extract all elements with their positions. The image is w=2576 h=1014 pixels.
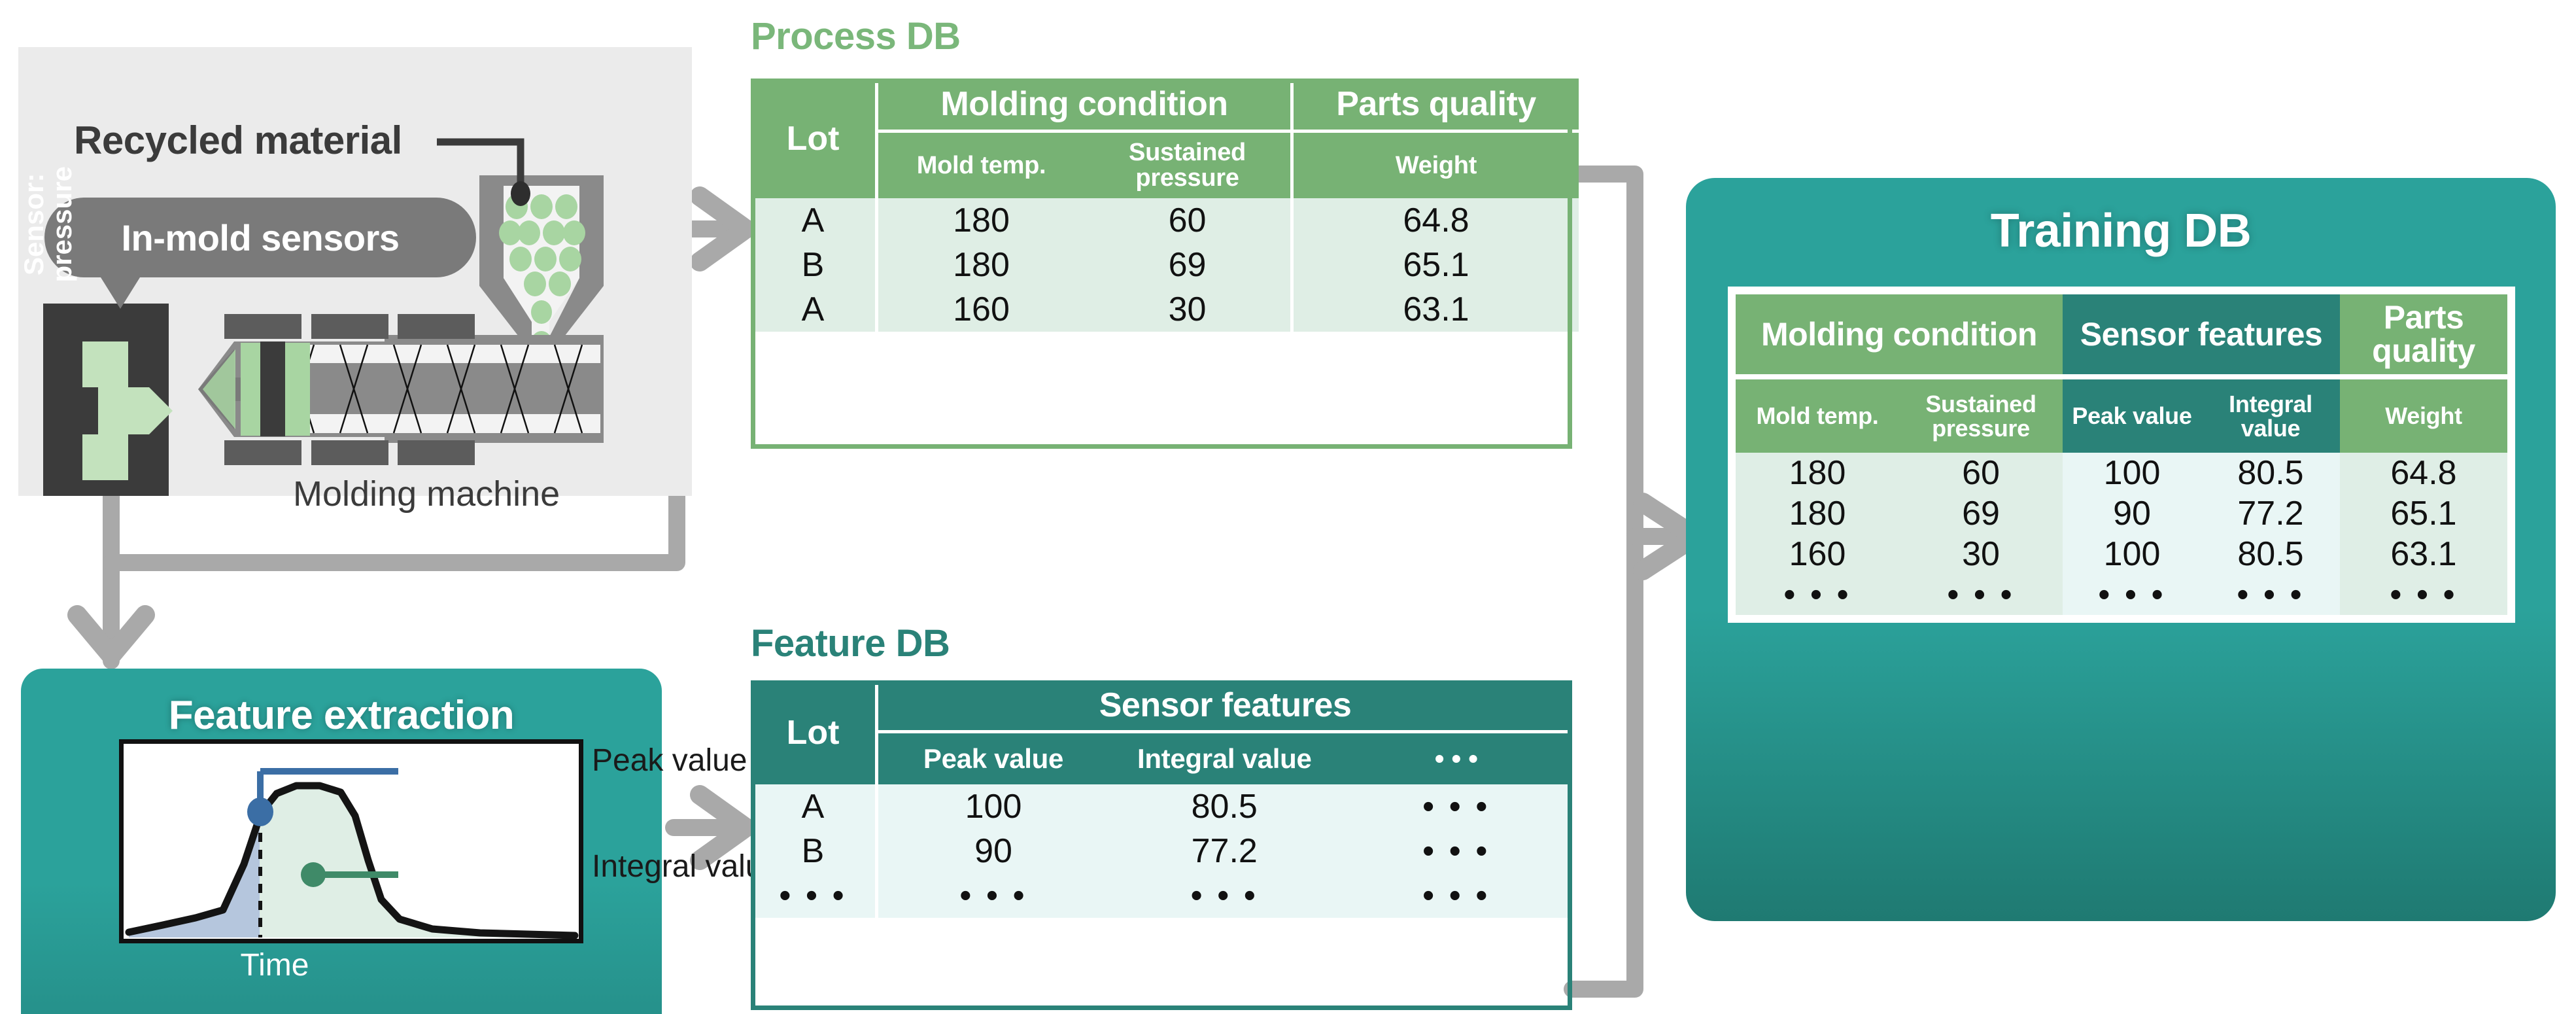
cell-sustained-pressure: 60 bbox=[1899, 453, 2063, 493]
cell-lot: A bbox=[751, 287, 877, 332]
feature-extraction-title: Feature extraction bbox=[168, 693, 515, 738]
cell-more: • • • bbox=[1340, 873, 1572, 918]
feature-db-col-more: • • • bbox=[1340, 730, 1572, 784]
cell-sustained-pressure: • • • bbox=[1899, 574, 2063, 615]
cell-lot: • • • bbox=[751, 873, 877, 918]
cell-weight: 63.1 bbox=[1290, 287, 1579, 332]
cell-mold-temp: 180 bbox=[1736, 493, 1899, 534]
cell-integral-value: 80.5 bbox=[2201, 453, 2340, 493]
cell-peak-value: 100 bbox=[2063, 534, 2201, 574]
cell-lot: B bbox=[751, 829, 877, 873]
training-db-title: Training DB bbox=[1990, 205, 2252, 257]
cell-more: • • • bbox=[1340, 829, 1572, 873]
table-row: • • • • • • • • • • • • bbox=[751, 873, 1572, 918]
cell-mold-temp: 180 bbox=[1736, 453, 1899, 493]
cell-weight: • • • bbox=[2340, 574, 2507, 615]
table-row: B 90 77.2 • • • bbox=[751, 829, 1572, 873]
cell-integral-value: 80.5 bbox=[1108, 784, 1341, 829]
sensor-pressure-plot bbox=[119, 739, 583, 943]
cell-weight: 65.1 bbox=[2340, 493, 2507, 534]
training-db-group-sensor-features: Sensor features bbox=[2063, 294, 2340, 377]
cell-mold-temp: 160 bbox=[1736, 534, 1899, 574]
feature-db-group-sensor-features: Sensor features bbox=[875, 680, 1572, 732]
in-mold-sensors-label: In-mold sensors bbox=[121, 217, 400, 258]
cell-peak-value: 90 bbox=[2063, 493, 2201, 534]
table-row: B 180 69 65.1 bbox=[751, 243, 1579, 287]
training-db-group-molding-condition: Molding condition bbox=[1736, 294, 2063, 377]
training-db-col-mold-temp: Mold temp. bbox=[1736, 374, 1899, 453]
feature-db-col-peak-value: Peak value bbox=[875, 730, 1108, 784]
table-row: 180 69 90 77.2 65.1 bbox=[1736, 493, 2507, 534]
cell-peak-value: • • • bbox=[875, 873, 1108, 918]
training-db-group-parts-quality: Parts quality bbox=[2340, 294, 2507, 377]
time-axis-label: Time bbox=[240, 948, 309, 983]
feature-db-header-lot: Lot bbox=[751, 680, 877, 784]
molding-machine-label: Molding machine bbox=[293, 474, 560, 514]
cell-sustained-pressure: 69 bbox=[1899, 493, 2063, 534]
process-db-title: Process DB bbox=[751, 15, 961, 58]
feature-db-col-integral-value: Integral value bbox=[1108, 730, 1341, 784]
table-row: A 180 60 64.8 bbox=[751, 198, 1579, 243]
process-db-header-lot: Lot bbox=[751, 79, 877, 198]
cell-mold-temp: 180 bbox=[875, 243, 1084, 287]
cell-peak-value: 90 bbox=[875, 829, 1108, 873]
cell-mold-temp: • • • bbox=[1736, 574, 1899, 615]
cell-sustained-pressure: 60 bbox=[1084, 198, 1292, 243]
cell-lot: A bbox=[751, 198, 877, 243]
cell-weight: 64.8 bbox=[1290, 198, 1579, 243]
cell-sustained-pressure: 30 bbox=[1084, 287, 1292, 332]
cell-integral-value: 77.2 bbox=[2201, 493, 2340, 534]
cell-more: • • • bbox=[1340, 784, 1572, 829]
integral-value-marker bbox=[301, 862, 326, 887]
peak-value-annotation: Peak value bbox=[592, 743, 747, 778]
training-db-col-weight: Weight bbox=[2340, 374, 2507, 453]
training-db-col-peak-value: Peak value bbox=[2063, 374, 2201, 453]
process-db-group-parts-quality: Parts quality bbox=[1290, 79, 1579, 131]
feature-db-title: Feature DB bbox=[751, 622, 950, 665]
table-row: A 100 80.5 • • • bbox=[751, 784, 1572, 829]
table-row: • • • • • • • • • • • • • • • bbox=[1736, 574, 2507, 615]
barrel-assembly-icon bbox=[198, 314, 604, 465]
cell-integral-value: 77.2 bbox=[1108, 829, 1341, 873]
cell-sustained-pressure: 69 bbox=[1084, 243, 1292, 287]
process-db-col-sustained-pressure: Sustained pressure bbox=[1084, 130, 1292, 198]
cell-sustained-pressure: 30 bbox=[1899, 534, 2063, 574]
peak-value-marker bbox=[247, 797, 273, 826]
cell-lot: B bbox=[751, 243, 877, 287]
sensor-pressure-axis-label: Sensor: pressure bbox=[18, 166, 77, 283]
cell-peak-value: • • • bbox=[2063, 574, 2201, 615]
process-db-col-weight: Weight bbox=[1290, 130, 1579, 198]
recycled-material-label: Recycled material bbox=[74, 118, 402, 162]
process-db-col-mold-temp: Mold temp. bbox=[875, 130, 1084, 198]
molding-machine-panel: Recycled material In-mold sensors Moldin… bbox=[18, 47, 692, 514]
table-row: 160 30 100 80.5 63.1 bbox=[1736, 534, 2507, 574]
cell-weight: 65.1 bbox=[1290, 243, 1579, 287]
cell-peak-value: 100 bbox=[2063, 453, 2201, 493]
process-db-table: Lot Molding condition Parts quality Mold… bbox=[751, 79, 1579, 332]
training-db-table: Molding condition Sensor features Parts … bbox=[1728, 287, 2515, 623]
cell-weight: 63.1 bbox=[2340, 534, 2507, 574]
training-db-col-sustained-pressure: Sustained pressure bbox=[1899, 374, 2063, 453]
table-row: A 160 30 63.1 bbox=[751, 287, 1579, 332]
in-mold-sensors-callout: In-mold sensors bbox=[44, 198, 476, 277]
cell-mold-temp: 160 bbox=[875, 287, 1084, 332]
cell-lot: A bbox=[751, 784, 877, 829]
process-db-group-molding-condition: Molding condition bbox=[875, 79, 1292, 131]
cell-mold-temp: 180 bbox=[875, 198, 1084, 243]
table-row: 180 60 100 80.5 64.8 bbox=[1736, 453, 2507, 493]
cell-weight: 64.8 bbox=[2340, 453, 2507, 493]
cell-peak-value: 100 bbox=[875, 784, 1108, 829]
cell-integral-value: 80.5 bbox=[2201, 534, 2340, 574]
cell-integral-value: • • • bbox=[2201, 574, 2340, 615]
feature-db-table: Lot Sensor features Peak value Integral … bbox=[751, 680, 1572, 918]
cell-integral-value: • • • bbox=[1108, 873, 1341, 918]
training-db-col-integral-value: Integral value bbox=[2201, 374, 2340, 453]
